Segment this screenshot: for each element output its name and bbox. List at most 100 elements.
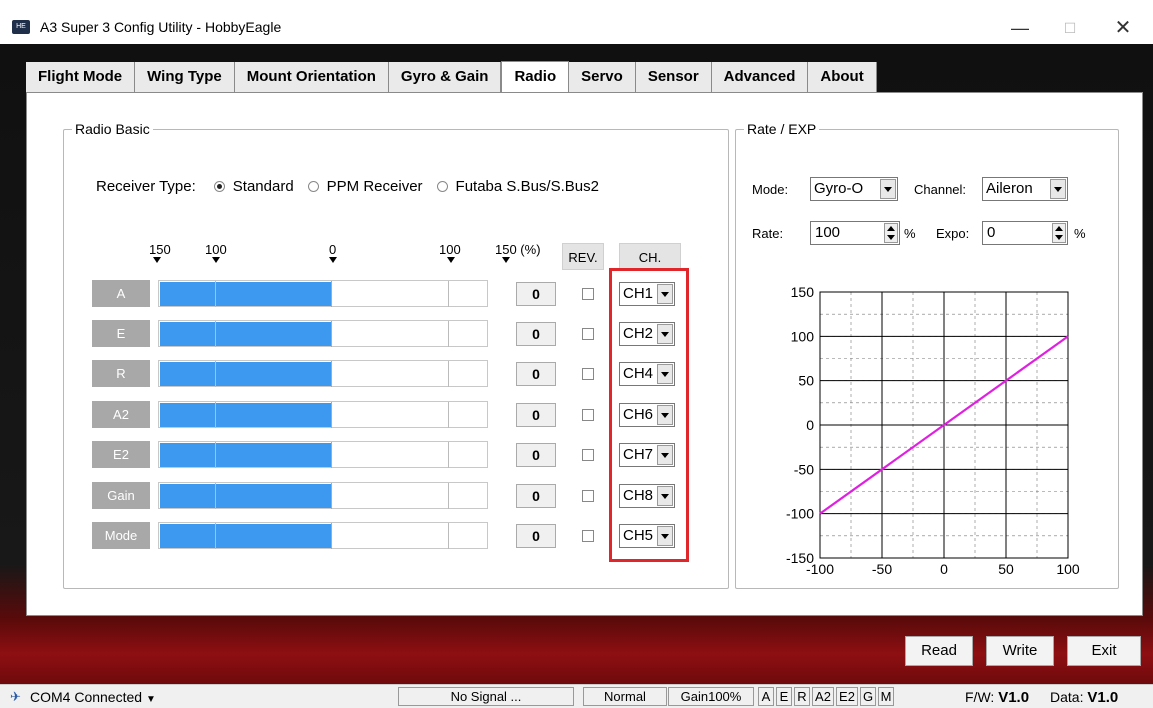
channel-bar [158, 280, 488, 307]
bar-tick [331, 402, 332, 428]
channel-bar [158, 320, 488, 347]
scale-marker-icon [212, 257, 220, 263]
receiver-ppm-radio[interactable]: PPM Receiver [307, 178, 423, 195]
bar-tick [331, 442, 332, 468]
spin-arrows-icon[interactable] [1052, 223, 1066, 243]
y-tick-label: 100 [791, 328, 815, 344]
tab-radio[interactable]: Radio [501, 61, 570, 94]
bar-tick [448, 483, 449, 509]
spin-arrows-icon[interactable] [884, 223, 898, 243]
minimize-button[interactable]: — [1000, 14, 1040, 42]
bar-tick [215, 281, 216, 307]
receiver-option-label: PPM Receiver [326, 178, 423, 195]
bar-tick [448, 321, 449, 347]
channel-label: Channel: [914, 182, 967, 197]
indicator-a2: A2 [812, 687, 834, 706]
expo-spinbox[interactable]: 0 [982, 221, 1068, 245]
receiver-option-label: Futaba S.Bus/S.Bus2 [455, 178, 599, 195]
write-button[interactable]: Write [986, 636, 1054, 666]
bar-tick [215, 523, 216, 549]
signal-status: No Signal ... [398, 687, 574, 706]
bar-tick [331, 483, 332, 509]
receiver-sbus-radio[interactable]: Futaba S.Bus/S.Bus2 [436, 178, 599, 195]
indicator-e2: E2 [836, 687, 858, 706]
tab-wing-type[interactable]: Wing Type [135, 62, 235, 92]
channel-bar [158, 360, 488, 387]
tab-gyro-gain[interactable]: Gyro & Gain [388, 62, 502, 92]
bar-tick [448, 523, 449, 549]
reverse-checkbox[interactable] [582, 368, 594, 380]
channel-name: R [92, 360, 150, 387]
scale-label: 150 (%) [495, 242, 541, 257]
radio-checked-icon [213, 181, 225, 192]
exit-button[interactable]: Exit [1067, 636, 1141, 666]
bar-tick [215, 361, 216, 387]
tab-sensor[interactable]: Sensor [635, 62, 712, 92]
close-button[interactable]: ✕ [1103, 14, 1143, 42]
reverse-checkbox[interactable] [582, 490, 594, 502]
channel-bar-fill [160, 282, 332, 306]
radio-unchecked-icon [436, 181, 448, 192]
reverse-checkbox[interactable] [582, 530, 594, 542]
rate-spinbox[interactable]: 100 [810, 221, 900, 245]
channel-name: A [92, 280, 150, 307]
x-tick-label: 100 [1056, 561, 1080, 577]
maximize-button[interactable]: ☐ [1050, 14, 1090, 42]
title-bar: HE A3 Super 3 Config Utility - HobbyEagl… [0, 0, 1153, 44]
channel-name: Mode [92, 522, 150, 549]
mode-status: Normal [583, 687, 667, 706]
status-bar: ✈ COM4 Connected ▼ No Signal ... Normal … [0, 684, 1153, 708]
reverse-checkbox[interactable] [582, 288, 594, 300]
y-tick-label: 150 [791, 284, 815, 300]
channel-name: Gain [92, 482, 150, 509]
y-tick-label: 0 [806, 417, 814, 433]
reverse-checkbox[interactable] [582, 449, 594, 461]
scale-marker-icon [502, 257, 510, 263]
port-status[interactable]: COM4 Connected ▼ [30, 685, 156, 708]
tab-flight-mode[interactable]: Flight Mode [26, 62, 136, 92]
indicator-r: R [794, 687, 810, 706]
rate-unit: % [904, 226, 916, 241]
tab-servo[interactable]: Servo [569, 62, 636, 92]
rate-label: Rate: [752, 226, 784, 241]
radio-basic-group: Radio Basic Receiver Type: Standard PPM … [63, 121, 729, 589]
read-button[interactable]: Read [905, 636, 973, 666]
gain-status: Gain100% [668, 687, 754, 706]
channel-bar-fill [160, 443, 332, 467]
tab-mount-orientation[interactable]: Mount Orientation [234, 62, 389, 92]
channel-value: 0 [516, 362, 556, 386]
reverse-checkbox[interactable] [582, 328, 594, 340]
channel-value: 0 [516, 484, 556, 508]
channel-bar [158, 401, 488, 428]
channel-select[interactable]: Aileron [982, 177, 1068, 201]
mode-select[interactable]: Gyro-O [810, 177, 898, 201]
channel-name: E2 [92, 441, 150, 468]
indicator-m: M [878, 687, 894, 706]
channel-bar [158, 522, 488, 549]
x-tick-label: 0 [940, 561, 948, 577]
rate-expo-chart: 150100500-50-100-150-100 -50 0 50 100 [786, 284, 1080, 577]
firmware-version: F/W: V1.0 [965, 685, 1029, 708]
channel-name: E [92, 320, 150, 347]
channel-bar [158, 482, 488, 509]
scale-marker-icon [447, 257, 455, 263]
channel-bar-fill [160, 403, 332, 427]
bar-tick [331, 523, 332, 549]
channel-value: 0 [516, 443, 556, 467]
tab-advanced[interactable]: Advanced [711, 62, 809, 92]
channel-bar-fill [160, 524, 332, 548]
scale-marker-icon [329, 257, 337, 263]
bar-tick [331, 361, 332, 387]
bar-tick [448, 281, 449, 307]
channel-value: 0 [516, 322, 556, 346]
channel-bar-fill [160, 362, 332, 386]
reverse-checkbox[interactable] [582, 409, 594, 421]
tab-about[interactable]: About [808, 62, 877, 92]
receiver-standard-radio[interactable]: Standard [213, 178, 294, 195]
scale-marker-icon [153, 257, 161, 263]
connection-icon: ✈ [10, 689, 21, 704]
channel-value: 0 [516, 403, 556, 427]
receiver-option-label: Standard [232, 178, 294, 195]
scale-label: 0 [329, 242, 337, 257]
ch-header: CH. [619, 243, 681, 270]
